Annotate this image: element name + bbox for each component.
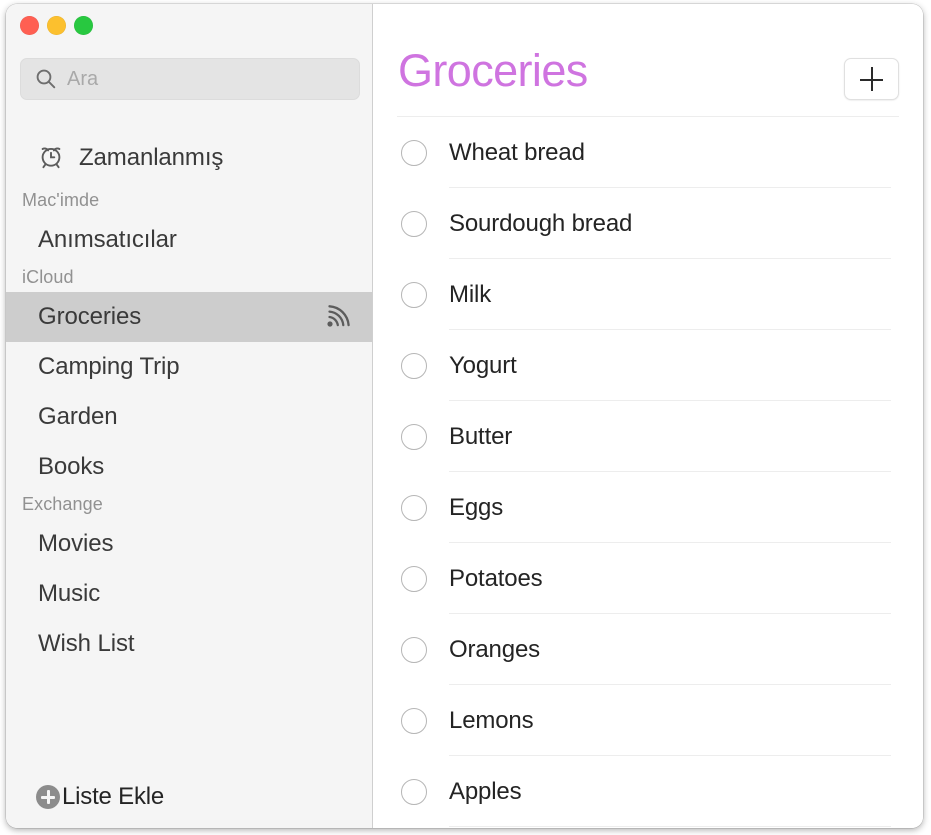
reminder-row[interactable]: Apples	[373, 756, 923, 827]
sidebar-item-camping-trip[interactable]: Camping Trip	[6, 342, 372, 392]
sidebar-group: iCloud Groceries Camping Trip Garden Books	[6, 267, 372, 492]
reminder-title[interactable]: Milk	[449, 281, 491, 309]
search-field[interactable]	[20, 58, 360, 100]
reminder-row[interactable]: Potatoes	[373, 543, 923, 614]
reminder-title[interactable]: Lemons	[449, 707, 534, 735]
sidebar-item-movies[interactable]: Movies	[6, 519, 372, 569]
reminder-list: Wheat bread Sourdough bread Milk Yogurt Butt…	[373, 117, 923, 828]
maximize-button[interactable]	[74, 16, 93, 35]
sidebar-item-label: Groceries	[38, 303, 142, 330]
plus-circle-icon	[36, 785, 60, 809]
reminder-checkbox[interactable]	[401, 423, 427, 450]
reminder-row[interactable]: Eggs	[373, 472, 923, 543]
search-container	[20, 58, 360, 100]
alarm-clock-icon	[36, 141, 66, 176]
reminder-title[interactable]: Eggs	[449, 494, 503, 522]
close-button[interactable]	[20, 16, 39, 35]
sidebar-item-label: Movies	[38, 530, 114, 557]
reminder-title[interactable]: Yogurt	[449, 352, 517, 380]
reminder-checkbox[interactable]	[401, 565, 427, 592]
sidebar-group-header: iCloud	[22, 267, 74, 287]
sidebar-item-music[interactable]: Music	[6, 569, 372, 619]
sidebar-item-scheduled[interactable]: Zamanlanmış	[6, 135, 372, 181]
reminders-window: Zamanlanmış Mac'imde Anımsatıcılar iCloud G…	[6, 4, 923, 828]
sidebar-group: Exchange Movies Music Wish List	[6, 494, 372, 669]
add-list-button[interactable]: Liste Ekle	[6, 780, 164, 814]
minimize-button[interactable]	[47, 16, 66, 35]
reminder-row[interactable]: Sourdough bread	[373, 188, 923, 259]
sidebar-group-header: Mac'imde	[22, 190, 100, 210]
reminder-checkbox[interactable]	[401, 210, 427, 237]
add-list-label: Liste Ekle	[62, 783, 165, 810]
sidebar-item-scheduled-label: Zamanlanmış	[79, 144, 224, 171]
sidebar-item-an-msat-c-lar[interactable]: Anımsatıcılar	[6, 215, 372, 265]
reminder-checkbox[interactable]	[401, 281, 427, 308]
sidebar-item-groceries[interactable]: Groceries	[6, 292, 372, 342]
reminder-title[interactable]: Butter	[449, 423, 512, 451]
reminder-row[interactable]: Lemons	[373, 685, 923, 756]
reminder-title[interactable]: Wheat bread	[449, 139, 585, 167]
add-reminder-button[interactable]	[844, 58, 899, 100]
sidebar-item-books[interactable]: Books	[6, 442, 372, 492]
reminder-row[interactable]: Yogurt	[373, 330, 923, 401]
reminder-row[interactable]: Milk	[373, 259, 923, 330]
reminder-row[interactable]: Oranges	[373, 614, 923, 685]
sidebar-item-label: Garden	[38, 403, 118, 430]
reminder-title[interactable]: Oranges	[449, 636, 540, 664]
reminder-checkbox[interactable]	[401, 778, 427, 805]
page-title: Groceries	[398, 45, 588, 96]
sidebar-item-label: Anımsatıcılar	[38, 226, 177, 253]
search-input[interactable]	[67, 67, 317, 91]
sidebar-list-groups: Mac'imde Anımsatıcılar iCloud Groceries Camp…	[6, 190, 372, 766]
sidebar-group-header: Exchange	[22, 494, 103, 514]
reminder-row[interactable]: Butter	[373, 401, 923, 472]
reminder-title[interactable]: Potatoes	[449, 565, 543, 593]
sidebar-group: Mac'imde Anımsatıcılar	[6, 190, 372, 265]
reminder-checkbox[interactable]	[401, 707, 427, 734]
sidebar-item-wish-list[interactable]: Wish List	[6, 619, 372, 669]
reminder-checkbox[interactable]	[401, 352, 427, 379]
reminder-checkbox[interactable]	[401, 494, 427, 521]
sidebar: Zamanlanmış Mac'imde Anımsatıcılar iCloud G…	[6, 4, 373, 828]
sidebar-item-label: Camping Trip	[38, 353, 180, 380]
window-controls	[20, 16, 93, 35]
sidebar-item-label: Books	[38, 453, 105, 480]
reminder-checkbox[interactable]	[401, 139, 427, 166]
main-pane: Groceries Wheat bread Sourdough bread Milk…	[373, 4, 923, 828]
shared-list-icon	[324, 304, 354, 330]
search-icon	[35, 68, 57, 90]
reminder-row[interactable]: Wheat bread	[373, 117, 923, 188]
row-divider	[449, 826, 891, 827]
reminder-checkbox[interactable]	[401, 636, 427, 663]
sidebar-item-garden[interactable]: Garden	[6, 392, 372, 442]
reminder-title[interactable]: Apples	[449, 778, 522, 806]
sidebar-item-label: Music	[38, 580, 101, 607]
list-header: Groceries	[373, 4, 923, 117]
sidebar-item-label: Wish List	[38, 630, 135, 657]
reminder-title[interactable]: Sourdough bread	[449, 210, 632, 238]
